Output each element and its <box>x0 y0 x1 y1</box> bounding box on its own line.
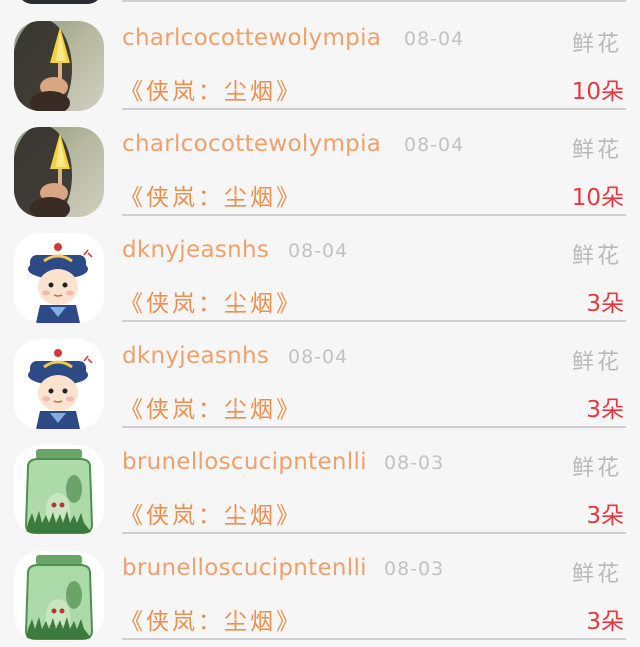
username[interactable]: brunelloscucipntenlli <box>122 449 367 475</box>
popsicle-avatar[interactable] <box>14 127 104 217</box>
username[interactable]: charlcocottewolympia <box>122 25 381 51</box>
flower-count: 3朵 <box>586 609 624 635</box>
green-jar-ghost-avatar[interactable] <box>14 551 104 641</box>
flower-count: 3朵 <box>586 291 624 317</box>
novel-title[interactable]: 《侠岚：尘烟》 <box>120 284 302 318</box>
list-item[interactable]: dknyjeasnhs 08-04 鲜花 《侠岚：尘烟》 3朵 <box>0 214 640 323</box>
novel-title[interactable]: 《侠岚：尘烟》 <box>120 496 302 530</box>
qing-official-cartoon-avatar[interactable] <box>14 233 104 323</box>
novel-title[interactable]: 《侠岚：尘烟》 <box>120 602 302 636</box>
novel-title[interactable]: 《侠岚：尘烟》 <box>120 390 302 424</box>
gift-type: 鲜花 <box>571 350 622 375</box>
gift-type: 鲜花 <box>571 32 622 57</box>
date: 08-03 <box>384 452 445 474</box>
date: 08-04 <box>404 28 465 50</box>
novel-title[interactable]: 《侠岚：尘烟》 <box>120 178 302 212</box>
date: 08-04 <box>288 346 349 368</box>
flower-count: 10朵 <box>571 79 624 105</box>
username[interactable]: charlcocottewolympia <box>122 131 381 157</box>
username[interactable]: dknyjeasnhs <box>122 343 269 369</box>
username[interactable]: brunelloscucipntenlli <box>122 555 367 581</box>
list-item[interactable]: brunelloscucipntenlli 08-03 鲜花 《侠岚：尘烟》 3… <box>0 426 640 535</box>
flower-count: 3朵 <box>586 397 624 423</box>
list-item[interactable]: dknyjeasnhs 08-04 鲜花 《侠岚：尘烟》 3朵 <box>0 320 640 429</box>
list-item[interactable]: charlcocottewolympia 08-04 鲜花 《侠岚：尘烟》 10… <box>0 2 640 111</box>
popsicle-avatar[interactable] <box>14 21 104 111</box>
novel-title[interactable]: 《侠岚：尘烟》 <box>120 72 302 106</box>
date: 08-04 <box>404 134 465 156</box>
date: 08-04 <box>288 240 349 262</box>
qing-official-cartoon-avatar[interactable] <box>14 339 104 429</box>
gift-type: 鲜花 <box>571 456 622 481</box>
username[interactable]: dknyjeasnhs <box>122 237 269 263</box>
gift-type: 鲜花 <box>571 138 622 163</box>
date: 08-03 <box>384 558 445 580</box>
flower-count: 3朵 <box>586 503 624 529</box>
list-item[interactable]: charlcocottewolympia 08-04 鲜花 《侠岚：尘烟》 10… <box>0 108 640 217</box>
flower-count: 10朵 <box>571 185 624 211</box>
gift-type: 鲜花 <box>571 562 622 587</box>
green-jar-ghost-avatar[interactable] <box>14 445 104 535</box>
gift-type: 鲜花 <box>571 244 622 269</box>
row-divider <box>122 638 626 640</box>
list-item[interactable]: brunelloscucipntenlli 08-03 鲜花 《侠岚：尘烟》 3… <box>0 532 640 641</box>
